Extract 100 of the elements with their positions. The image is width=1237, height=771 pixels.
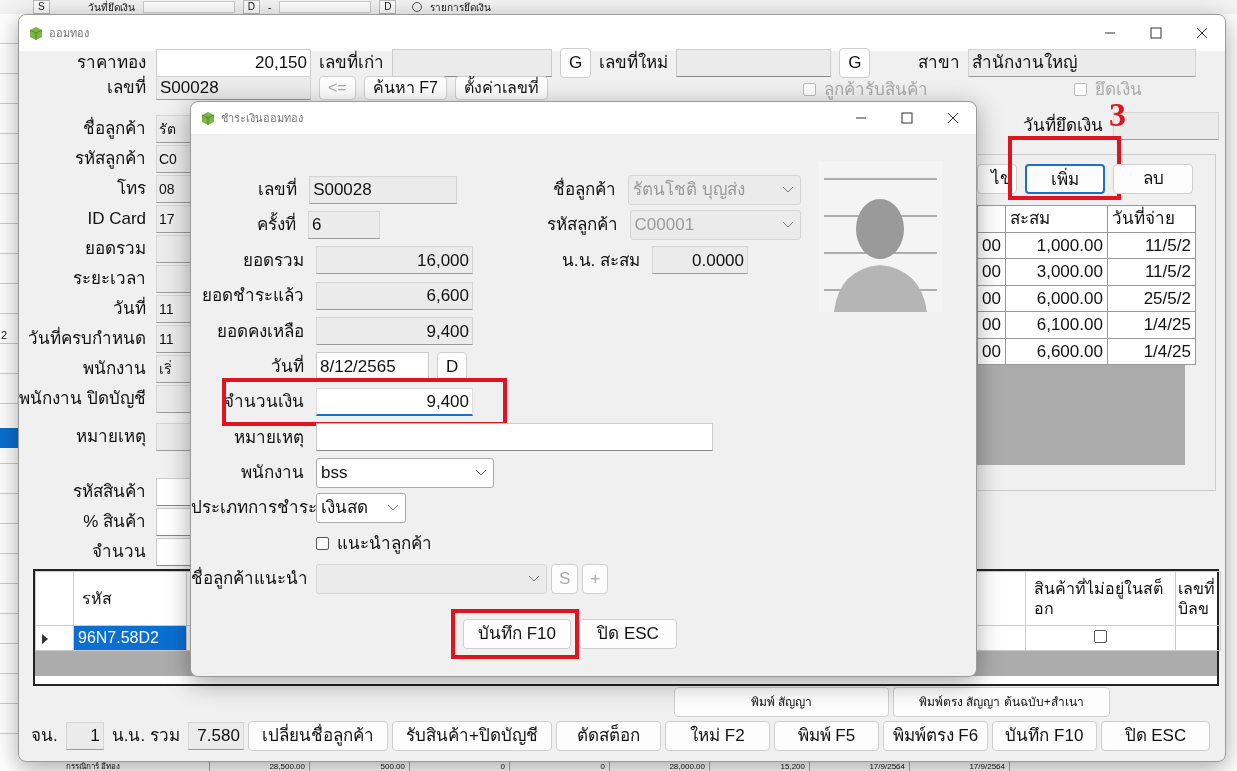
date-field[interactable] — [279, 1, 372, 13]
count-label: จน. — [31, 725, 58, 748]
field-label: จำนวน — [91, 541, 147, 564]
checkbox-label: ลูกค้ารับสินค้า — [824, 79, 928, 102]
payment-button[interactable]: ลบ — [1113, 164, 1193, 194]
dialog-button[interactable]: บันทึก F10 — [463, 618, 571, 649]
readonly-field: S00028 — [309, 175, 458, 204]
print-button[interactable]: พิมพ์ สัญญา — [674, 687, 889, 717]
table-cell: 25/5/2 — [1107, 285, 1196, 312]
dialog-button[interactable]: ปิด ESC — [579, 618, 677, 649]
column-header: สะสม — [1005, 205, 1108, 232]
table-cell: 6,600.00 — [1005, 338, 1108, 365]
field-label: เลขที่เก่า — [319, 50, 384, 76]
old-number-field[interactable] — [392, 49, 552, 77]
checkbox[interactable] — [316, 537, 329, 551]
field-label: รหัสสินค้า — [72, 481, 147, 504]
field-label: พนักงาน — [82, 358, 147, 381]
number-field: S00028 — [156, 76, 311, 100]
g-button[interactable]: G — [839, 48, 871, 78]
dash-label: - — [267, 0, 272, 15]
new-number-field[interactable] — [676, 49, 832, 77]
field-label: รหัสลูกค้า — [74, 148, 147, 171]
field-label: ระยะเวลา — [72, 268, 147, 291]
field-label: ยอดคงเหลือ — [216, 320, 305, 343]
field-label: ยอดชำระแล้ว — [201, 285, 305, 308]
note-field[interactable] — [316, 423, 713, 452]
readonly-field: 16,000 — [316, 246, 473, 275]
app-icon — [29, 26, 43, 40]
field-label: เลขที่ — [19, 75, 156, 101]
column-header: รหัส — [73, 571, 187, 626]
field-label: ยอดรวม — [242, 249, 305, 272]
action-button[interactable]: บันทึก F10 — [991, 721, 1097, 751]
field-label: % สินค้า — [82, 511, 147, 534]
selected-row — [0, 428, 18, 448]
app-icon — [201, 111, 215, 125]
caret-icon — [387, 504, 399, 513]
checkbox-label: ยึดเงิน — [1095, 79, 1142, 101]
date-picker-button[interactable]: D — [379, 0, 397, 14]
readonly-field: 0.0000 — [652, 246, 748, 275]
price-field[interactable]: 20,150 — [156, 49, 311, 77]
field-label: หมายเหตุ — [75, 426, 147, 449]
caret-icon — [782, 221, 794, 230]
payment-button[interactable]: เพิ่ม — [1025, 164, 1105, 194]
table-cell: 1/4/25 — [1107, 338, 1196, 365]
field-label: ID Card — [86, 208, 147, 231]
field-label: เลขที่ใหม่ — [599, 50, 669, 76]
form-button[interactable]: ตั้งค่าเลขที่ — [454, 76, 548, 100]
field-label: จำนวนเงิน — [223, 391, 305, 414]
action-button[interactable]: ใหม่ F2 — [664, 721, 770, 751]
column-header: วันที่จ่าย — [1107, 205, 1196, 232]
readonly-field: 6,600 — [316, 281, 473, 310]
column-header: เลขที่ บิลข — [1175, 571, 1221, 626]
field-label: ชื่อลูกค้าแนะนำ — [191, 566, 316, 592]
table-cell: 6,100.00 — [1005, 311, 1108, 338]
field-label: วันที่ — [19, 296, 156, 322]
field-label: เลขที่ — [257, 176, 299, 201]
field-label: ยอดรวม — [84, 238, 147, 261]
action-button[interactable]: พิมพ์ตรง F6 — [882, 721, 988, 751]
action-button[interactable]: ปิด ESC — [1100, 721, 1210, 751]
print-button[interactable]: พิมพ์ตรง สัญญา ต้นฉบับ+สำเนา — [893, 687, 1110, 717]
caret-icon — [475, 468, 487, 477]
dropdown[interactable]: เงินสด — [316, 493, 406, 524]
action-button[interactable]: รับสินค้า+ปิดบัญชี — [391, 721, 552, 751]
date-field[interactable] — [142, 1, 235, 13]
form-button[interactable]: ค้นหา F7 — [363, 76, 447, 100]
action-button[interactable]: เปลี่ยนชื่อลูกค้า — [247, 721, 388, 751]
field-label: ชื่อลูกค้า — [551, 176, 617, 202]
column-header: สินค้าที่ไม่อยู่ในสต็อก — [1025, 571, 1176, 626]
table-cell: 11/5/2 — [1107, 232, 1196, 259]
field-label: ชื่อลูกค้า — [19, 116, 156, 142]
field-label: ราคาทอง — [76, 52, 147, 75]
field-label: หมายเหตุ — [233, 426, 305, 450]
checkbox[interactable] — [1094, 630, 1107, 643]
action-button[interactable]: ตัดสต็อก — [555, 721, 661, 751]
dropdown[interactable]: bss — [316, 457, 494, 488]
date-picker-button[interactable]: D — [242, 0, 260, 14]
weight-field: 7.580 — [187, 722, 244, 750]
field-label: พนักงาน ปิดบัญชี — [19, 388, 147, 411]
field-label: ประเภทการชำระ — [191, 497, 316, 520]
g-button[interactable]: G — [560, 48, 592, 78]
field-label: วันที่ครบกำหนด — [19, 326, 156, 352]
table-cell[interactable]: 96N7.58D2 — [73, 625, 187, 651]
caret-icon — [528, 575, 540, 583]
date-label: วันที่ยึดเงิน — [87, 0, 135, 15]
caret-icon — [782, 185, 794, 194]
weight-label: น.น. รวม — [111, 725, 180, 748]
amount-field[interactable]: 9,400 — [316, 388, 473, 417]
field-label: พนักงาน — [240, 462, 305, 485]
readonly-field: 6 — [308, 211, 381, 240]
action-button[interactable]: พิมพ์ F5 — [773, 721, 879, 751]
table-cell: 3,000.00 — [1005, 258, 1108, 285]
field-label: โทร — [116, 177, 147, 201]
table-cell: 11/5/2 — [1107, 258, 1196, 285]
count-field: 1 — [65, 722, 104, 750]
row-number: 2 — [1, 328, 8, 343]
table-cell: 1,000.00 — [1005, 232, 1108, 259]
field-label: วันที่ — [270, 353, 305, 378]
s-button[interactable]: S — [33, 0, 50, 14]
row-pointer-icon — [42, 633, 48, 644]
table-cell: 6,000.00 — [1005, 285, 1108, 312]
